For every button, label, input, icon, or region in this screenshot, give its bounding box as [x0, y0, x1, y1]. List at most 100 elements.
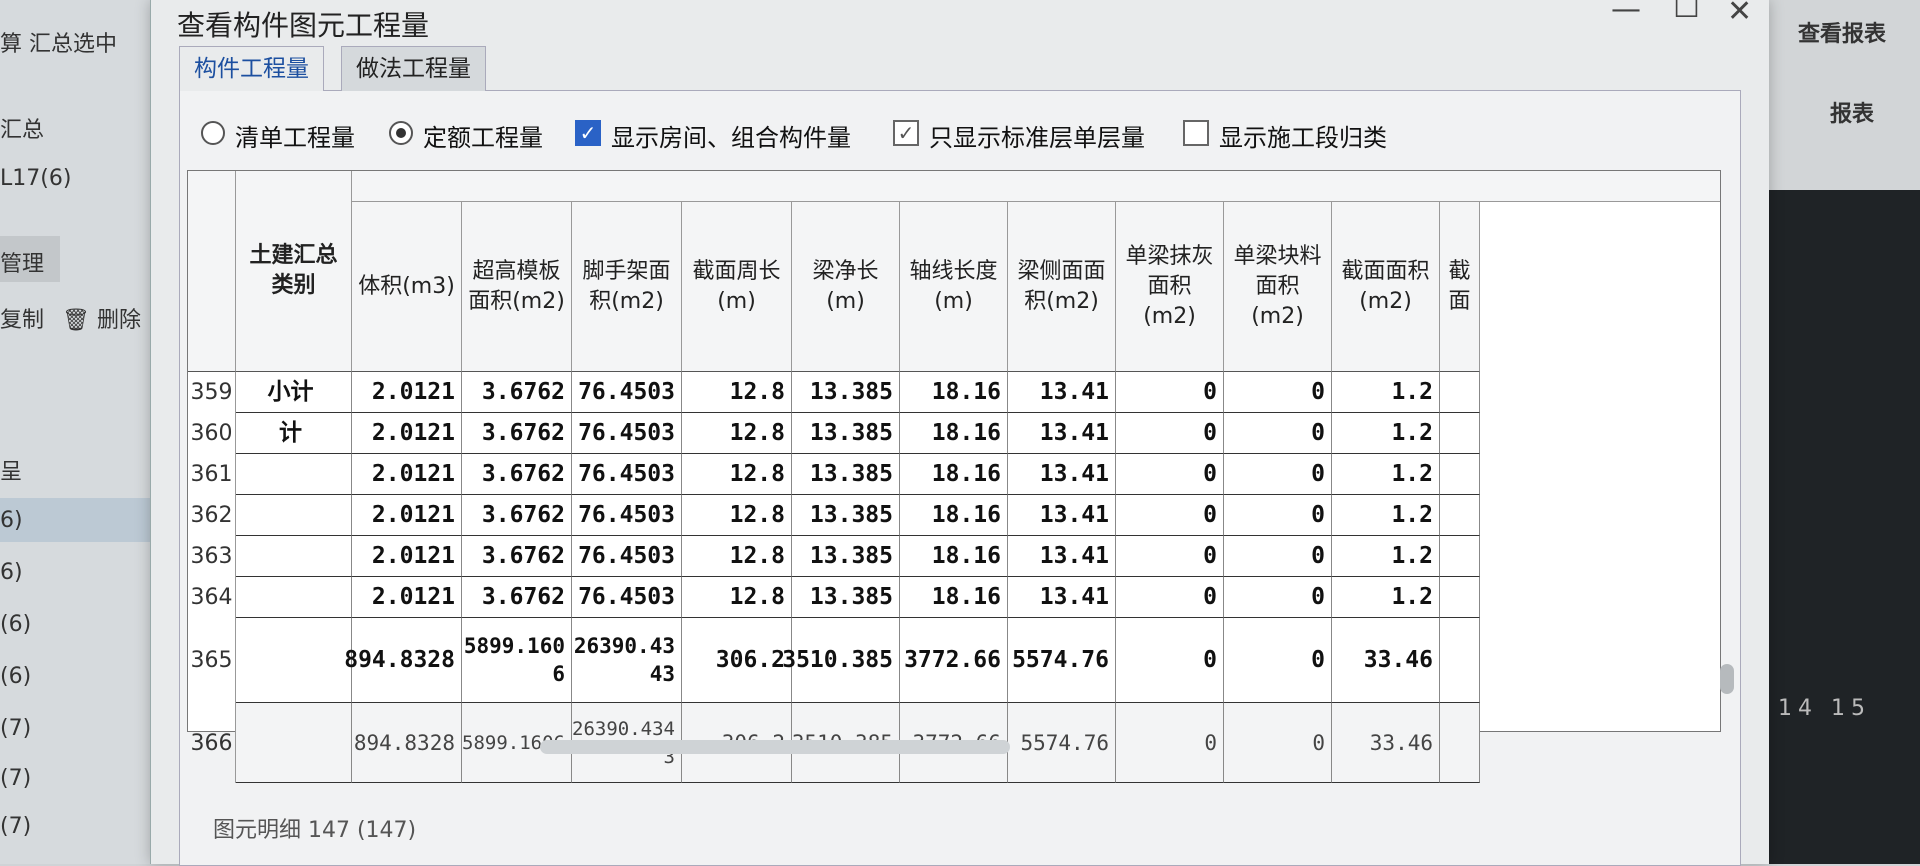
header-volume[interactable]: 体积(m3) — [352, 202, 462, 372]
row-number[interactable]: 361 — [188, 454, 236, 495]
checkbox-show-room[interactable]: ✓ — [575, 120, 601, 146]
row-number[interactable]: 365 — [188, 618, 236, 703]
table-cell[interactable]: 0 — [1224, 372, 1332, 413]
table-cell[interactable]: 26390.4343 — [572, 618, 682, 703]
table-cell[interactable]: 13.385 — [792, 577, 900, 618]
table-cell[interactable]: 18.16 — [900, 372, 1008, 413]
table-cell[interactable]: 33.46 — [1332, 703, 1440, 783]
table-cell[interactable]: 894.8328 — [344, 618, 462, 703]
table-cell[interactable]: 306.2 — [682, 618, 792, 703]
table-cell[interactable]: 1.2 — [1332, 536, 1440, 577]
row-category[interactable] — [236, 703, 352, 783]
row-number[interactable]: 366 — [188, 703, 236, 783]
table-cell[interactable]: 13.41 — [1008, 413, 1116, 454]
row-category[interactable] — [236, 536, 352, 577]
bg-list-item[interactable]: 6) — [0, 560, 23, 585]
table-cell[interactable]: 2.0121 — [352, 372, 462, 413]
header-tile-area[interactable]: 单梁块料面积(m2) — [1224, 202, 1332, 372]
table-cell[interactable]: 13.385 — [792, 454, 900, 495]
bg-list-item[interactable]: (7) — [0, 766, 31, 791]
table-cell[interactable]: 0 — [1116, 495, 1224, 536]
table-cell[interactable]: 18.16 — [900, 495, 1008, 536]
table-cell[interactable]: 12.8 — [682, 413, 792, 454]
table-cell[interactable]: 13.41 — [1008, 577, 1116, 618]
table-cell[interactable]: 0 — [1116, 454, 1224, 495]
bg-list-item[interactable]: 6) — [0, 508, 23, 533]
table-cell[interactable]: 76.4503 — [572, 495, 682, 536]
table-cell[interactable]: 2.0121 — [352, 413, 462, 454]
table-cell[interactable]: 13.385 — [792, 413, 900, 454]
table-cell[interactable]: 894.8328 — [352, 703, 462, 783]
table-cell[interactable]: 0 — [1116, 372, 1224, 413]
table-cell[interactable]: 13.41 — [1008, 536, 1116, 577]
header-category[interactable]: 土建汇总类别 — [236, 171, 352, 372]
row-number[interactable]: 363 — [188, 536, 236, 577]
table-cell[interactable]: 3.6762 — [462, 454, 572, 495]
table-cell[interactable]: 3772.66 — [900, 618, 1008, 703]
row-category[interactable] — [236, 495, 352, 536]
horizontal-scrollbar[interactable] — [540, 740, 1010, 754]
table-cell[interactable]: 76.4503 — [572, 577, 682, 618]
radio-list-quantity[interactable] — [201, 121, 225, 145]
header-beam-net-length[interactable]: 梁净长(m) — [792, 202, 900, 372]
tab-component-quantity[interactable]: 构件工程量 — [179, 46, 324, 91]
row-number[interactable]: 360 — [188, 413, 236, 454]
header-plaster-area[interactable]: 单梁抹灰面积(m2) — [1116, 202, 1224, 372]
table-cell[interactable]: 0 — [1116, 413, 1224, 454]
bg-list-item[interactable]: 呈 — [0, 454, 22, 486]
table-cell[interactable]: 0 — [1224, 536, 1332, 577]
bg-list-item[interactable]: (7) — [0, 814, 31, 839]
maximize-icon[interactable]: ☐ — [1673, 0, 1700, 25]
close-icon[interactable]: ✕ — [1727, 0, 1752, 29]
table-cell[interactable]: 13.41 — [1008, 454, 1116, 495]
bg-list-item[interactable]: (6) — [0, 612, 31, 637]
table-cell[interactable]: 12.8 — [682, 536, 792, 577]
table-cell[interactable]: 3510.385 — [782, 618, 900, 703]
table-cell[interactable]: 18.16 — [900, 536, 1008, 577]
row-number[interactable]: 362 — [188, 495, 236, 536]
bg-copy-button[interactable]: 复制 — [0, 302, 44, 334]
table-cell[interactable]: 2.0121 — [352, 454, 462, 495]
header-formwork-area[interactable]: 超高模板面积(m2) — [462, 202, 572, 372]
table-cell[interactable]: 18.16 — [900, 413, 1008, 454]
table-cell[interactable]: 0 — [1224, 454, 1332, 495]
table-cell[interactable]: 3.6762 — [462, 577, 572, 618]
view-report-button[interactable]: 查看报表 — [1798, 16, 1886, 48]
table-cell[interactable]: 76.4503 — [572, 536, 682, 577]
vertical-scrollbar[interactable] — [1720, 664, 1734, 694]
table-cell[interactable]: 1.2 — [1332, 577, 1440, 618]
header-perimeter[interactable]: 截面周长(m) — [682, 202, 792, 372]
table-cell[interactable]: 0 — [1224, 577, 1332, 618]
header-axis-length[interactable]: 轴线长度(m) — [900, 202, 1008, 372]
table-cell[interactable]: 13.385 — [792, 495, 900, 536]
header-section-area[interactable]: 截面面积(m2) — [1332, 202, 1440, 372]
table-cell[interactable]: 76.4503 — [572, 372, 682, 413]
table-cell[interactable]: 18.16 — [900, 577, 1008, 618]
table-cell[interactable]: 12.8 — [682, 372, 792, 413]
minimize-icon[interactable]: — — [1611, 0, 1641, 27]
table-cell[interactable]: 2.0121 — [352, 495, 462, 536]
bg-list-item[interactable]: (7) — [0, 716, 31, 741]
table-cell[interactable]: 13.41 — [1008, 495, 1116, 536]
table-cell[interactable]: 3.6762 — [462, 372, 572, 413]
table-cell[interactable]: 0 — [1116, 618, 1224, 703]
table-cell[interactable]: 0 — [1224, 703, 1332, 783]
table-cell[interactable]: 5574.76 — [1008, 703, 1116, 783]
table-cell[interactable]: 1.2 — [1332, 413, 1440, 454]
header-scaffold-area[interactable]: 脚手架面积(m2) — [572, 202, 682, 372]
bg-delete-button[interactable]: 🗑 删除 — [62, 302, 141, 334]
bg-l17-label[interactable]: L17(6) — [0, 166, 71, 191]
row-category[interactable] — [236, 577, 352, 618]
table-cell[interactable]: 12.8 — [682, 577, 792, 618]
table-cell[interactable]: 1.2 — [1332, 495, 1440, 536]
header-section-cut[interactable]: 截面 — [1440, 202, 1480, 372]
row-number[interactable]: 364 — [188, 577, 236, 618]
row-category[interactable] — [236, 454, 352, 495]
bg-manage-tab[interactable]: 管理 — [0, 246, 44, 278]
bg-toolbar-label[interactable]: 算 汇总选中 — [0, 26, 117, 58]
row-category[interactable]: 计 — [236, 413, 352, 454]
table-cell[interactable]: 0 — [1224, 413, 1332, 454]
table-cell[interactable]: 76.4503 — [572, 413, 682, 454]
bg-list-item[interactable]: (6) — [0, 664, 31, 689]
table-cell[interactable]: 0 — [1116, 703, 1224, 783]
